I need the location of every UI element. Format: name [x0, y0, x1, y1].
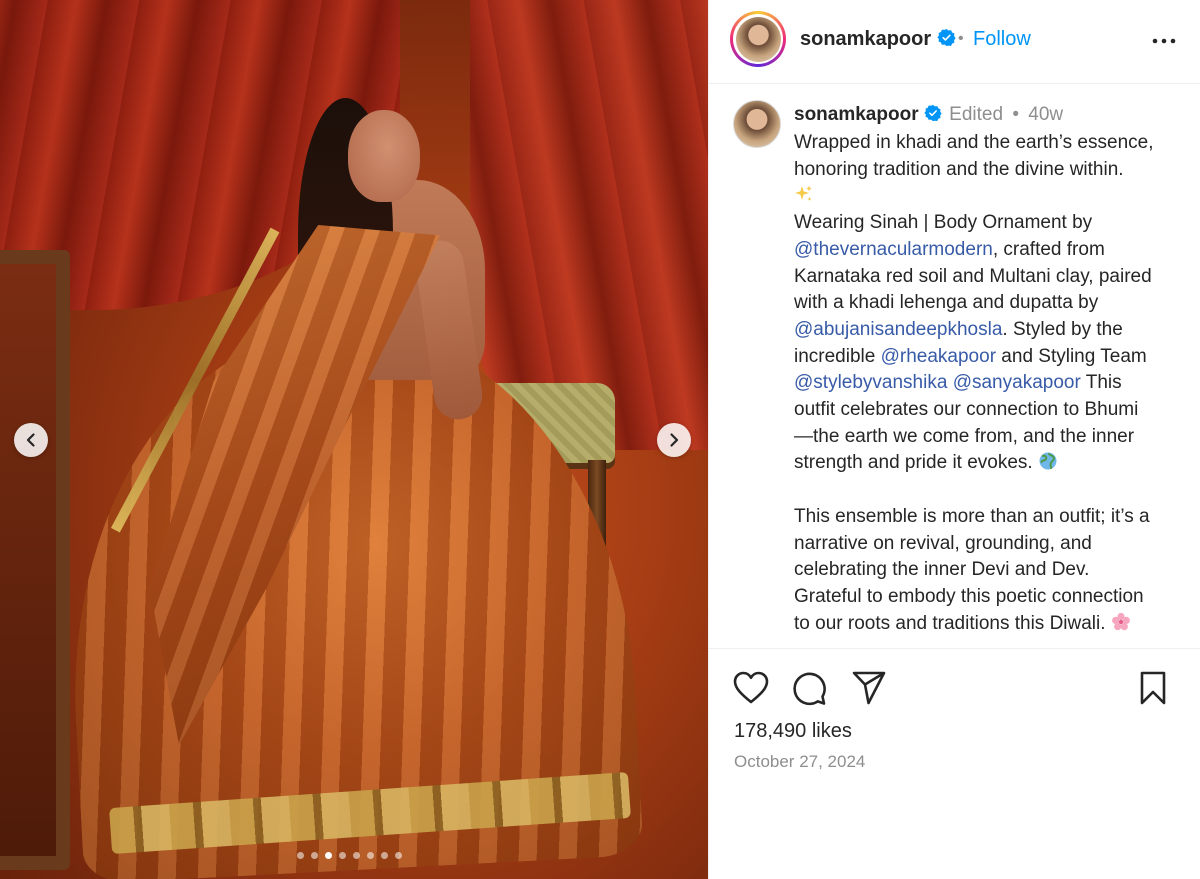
caption-line: incredible @rheakapoor and Styling Team — [794, 345, 1147, 367]
caption-text: Wrapped in khadi and the earth’s essence… — [794, 130, 1194, 637]
caption-line — [794, 183, 1194, 210]
caption-avatar[interactable] — [733, 100, 781, 148]
mention-link[interactable]: @rheakapoor — [881, 346, 996, 367]
comment-icon[interactable] — [791, 671, 827, 707]
caption-username[interactable]: sonamkapoor — [794, 104, 919, 125]
carousel-prev-button[interactable] — [14, 423, 48, 457]
verified-badge-icon — [937, 28, 956, 47]
chevron-right-icon — [670, 433, 679, 447]
caption-line: @stylebyvanshika @sanyakapoor This — [794, 372, 1122, 394]
caption-line: to our roots and traditions this Diwali. — [794, 611, 1194, 638]
cherry-blossom-emoji — [1111, 612, 1130, 630]
post-actions — [733, 671, 1193, 707]
caption-line: Wrapped in khadi and the earth’s essence… — [794, 132, 1154, 153]
post-side-panel: sonamkapoor • Follow sonamkapoor Edited … — [708, 0, 1200, 879]
caption-line: honoring tradition and the divine within… — [794, 158, 1124, 180]
mention-link[interactable]: @thevernacularmodern — [794, 239, 993, 260]
caption-line: @thevernacularmodern, crafted from — [794, 238, 1105, 260]
globe-emoji — [1039, 452, 1057, 470]
caption-line: Grateful to embody this poetic connectio… — [794, 585, 1144, 607]
story-ring-avatar[interactable] — [730, 11, 786, 67]
header-username[interactable]: sonamkapoor — [800, 28, 956, 51]
carousel-dot — [353, 852, 360, 859]
caption-line: narrative on revival, grounding, and — [794, 532, 1092, 554]
caption-line: strength and pride it evokes. — [794, 450, 1194, 477]
caption-line: celebrating the inner Devi and Dev. — [794, 559, 1090, 581]
caption-header: sonamkapoor Edited • 40w — [794, 104, 1063, 126]
caption-line: This ensemble is more than an outfit; it… — [794, 505, 1150, 527]
post-date[interactable]: October 27, 2024 — [734, 752, 865, 772]
carousel-dot — [311, 852, 318, 859]
send-icon[interactable] — [851, 671, 887, 705]
carousel-dot — [395, 852, 402, 859]
post-photo[interactable] — [0, 0, 708, 879]
bookmark-icon[interactable] — [1139, 671, 1167, 705]
carousel-next-button[interactable] — [657, 423, 691, 457]
caption-line: with a khadi lehenga and dupatta by — [794, 292, 1099, 314]
caption-separator: • — [1012, 104, 1019, 125]
caption-line: Karnataka red soil and Multani clay, pai… — [794, 265, 1152, 287]
mention-link[interactable]: @sanyakapoor — [953, 372, 1081, 393]
mention-link[interactable]: @stylebyvanshika — [794, 372, 947, 393]
mirror-frame — [0, 250, 70, 870]
caption-line: Wearing Sinah | Body Ornament by — [794, 212, 1093, 234]
caption-line: @abujanisandeepkhosla. Styled by the — [794, 318, 1123, 340]
model-face — [348, 110, 420, 202]
heart-icon[interactable] — [733, 671, 769, 705]
post-age[interactable]: 40w — [1028, 104, 1063, 125]
edited-label: Edited — [949, 104, 1004, 125]
avatar — [735, 16, 781, 62]
follow-button[interactable]: Follow — [973, 28, 1031, 51]
post-header: sonamkapoor • Follow — [709, 0, 1200, 84]
carousel-dot — [367, 852, 374, 859]
caption-line: outfit celebrates our connection to Bhum… — [794, 399, 1139, 421]
caption-line: —the earth we come from, and the inner — [794, 425, 1135, 447]
more-options-icon[interactable] — [1151, 28, 1177, 54]
carousel-dot — [325, 852, 332, 859]
actions-divider — [709, 648, 1200, 649]
carousel-indicator — [297, 852, 402, 859]
carousel-dot — [339, 852, 346, 859]
carousel-dot — [297, 852, 304, 859]
likes-count[interactable]: 178,490 likes — [734, 720, 852, 743]
chevron-left-icon — [26, 433, 35, 447]
sparkles-emoji — [795, 185, 812, 202]
carousel-dot — [381, 852, 388, 859]
header-separator: • — [958, 30, 964, 47]
mention-link[interactable]: @abujanisandeepkhosla — [794, 319, 1002, 340]
verified-badge-icon — [924, 104, 942, 122]
